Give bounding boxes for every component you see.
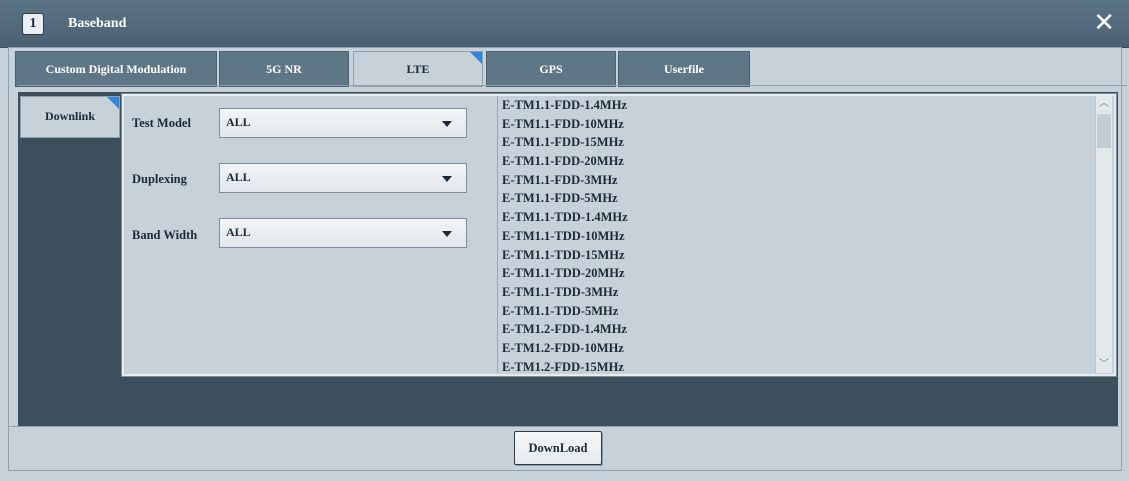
list-item[interactable]: E-TM1.2-FDD-10MHz <box>498 339 1112 358</box>
list-item[interactable]: E-TM1.2-FDD-15MHz <box>498 358 1112 373</box>
list-item[interactable]: E-TM1.1-TDD-15MHz <box>498 246 1112 265</box>
duplexing-label: Duplexing <box>132 172 187 186</box>
tab-userfile[interactable]: Userfile <box>618 51 750 87</box>
band-width-label: Band Width <box>132 228 198 242</box>
tab-label: Custom Digital Modulation <box>45 62 187 76</box>
band-width-select[interactable]: ALL <box>219 218 467 248</box>
window-number-badge: 1 <box>22 13 44 35</box>
list-item[interactable]: E-TM1.2-FDD-1.4MHz <box>498 320 1112 339</box>
tab-custom-digital-modulation[interactable]: Custom Digital Modulation <box>15 51 217 87</box>
tab-label: 5G NR <box>266 62 302 76</box>
selected-corner-icon <box>107 97 119 109</box>
test-model-value: ALL <box>226 115 251 129</box>
tab-label: GPS <box>539 62 563 76</box>
list-item[interactable]: E-TM1.1-TDD-20MHz <box>498 264 1112 283</box>
tab-label: Userfile <box>664 62 704 76</box>
list-item[interactable]: E-TM1.1-FDD-3MHz <box>498 171 1112 190</box>
tab-lte[interactable]: LTE <box>353 51 483 87</box>
close-icon[interactable]: ✕ <box>1093 8 1115 38</box>
list-item[interactable]: E-TM1.1-FDD-5MHz <box>498 189 1112 208</box>
chevron-down-icon <box>442 121 452 127</box>
list-item[interactable]: E-TM1.1-TDD-3MHz <box>498 283 1112 302</box>
duplexing-select[interactable]: ALL <box>219 163 467 193</box>
test-model-list[interactable]: E-TM1.1-FDD-1.4MHz E-TM1.1-FDD-10MHz E-T… <box>497 96 1112 373</box>
list-scrollbar[interactable]: ︿ ﹀ <box>1095 96 1112 373</box>
sub-tab-label: Downlink <box>44 109 96 123</box>
chevron-down-icon <box>442 176 452 182</box>
list-item[interactable]: E-TM1.1-TDD-5MHz <box>498 302 1112 321</box>
list-item[interactable]: E-TM1.1-FDD-1.4MHz <box>498 96 1112 115</box>
duplexing-value: ALL <box>226 170 251 184</box>
list-item[interactable]: E-TM1.1-TDD-10MHz <box>498 227 1112 246</box>
tab-content-area: Downlink Test Model ALL Duplexing ALL Ba… <box>18 92 1118 426</box>
list-item[interactable]: E-TM1.1-FDD-10MHz <box>498 115 1112 134</box>
tab-gps[interactable]: GPS <box>486 51 616 87</box>
sub-tab-downlink[interactable]: Downlink <box>20 96 120 138</box>
scroll-down-icon[interactable]: ﹀ <box>1096 357 1112 373</box>
title-bar: 1 Baseband ✕ <box>0 0 1129 48</box>
footer-divider <box>9 426 1119 427</box>
downlink-panel: Test Model ALL Duplexing ALL Band Width … <box>121 93 1117 377</box>
selected-corner-icon <box>470 52 482 64</box>
list-item[interactable]: E-TM1.1-FDD-20MHz <box>498 152 1112 171</box>
tab-5g-nr[interactable]: 5G NR <box>219 51 349 87</box>
scroll-up-icon[interactable]: ︿ <box>1096 96 1112 112</box>
list-item[interactable]: E-TM1.1-TDD-1.4MHz <box>498 208 1112 227</box>
dialog-frame: Custom Digital Modulation 5G NR LTE GPS … <box>8 47 1127 471</box>
test-model-label: Test Model <box>132 116 191 130</box>
band-width-value: ALL <box>226 225 251 239</box>
scroll-thumb[interactable] <box>1097 114 1111 148</box>
window-title: Baseband <box>68 16 127 31</box>
chevron-down-icon <box>442 231 452 237</box>
tab-divider <box>17 85 1127 86</box>
list-item[interactable]: E-TM1.1-FDD-15MHz <box>498 133 1112 152</box>
test-model-select[interactable]: ALL <box>219 108 467 138</box>
download-button[interactable]: DownLoad <box>514 431 602 465</box>
tab-label: LTE <box>406 62 430 76</box>
